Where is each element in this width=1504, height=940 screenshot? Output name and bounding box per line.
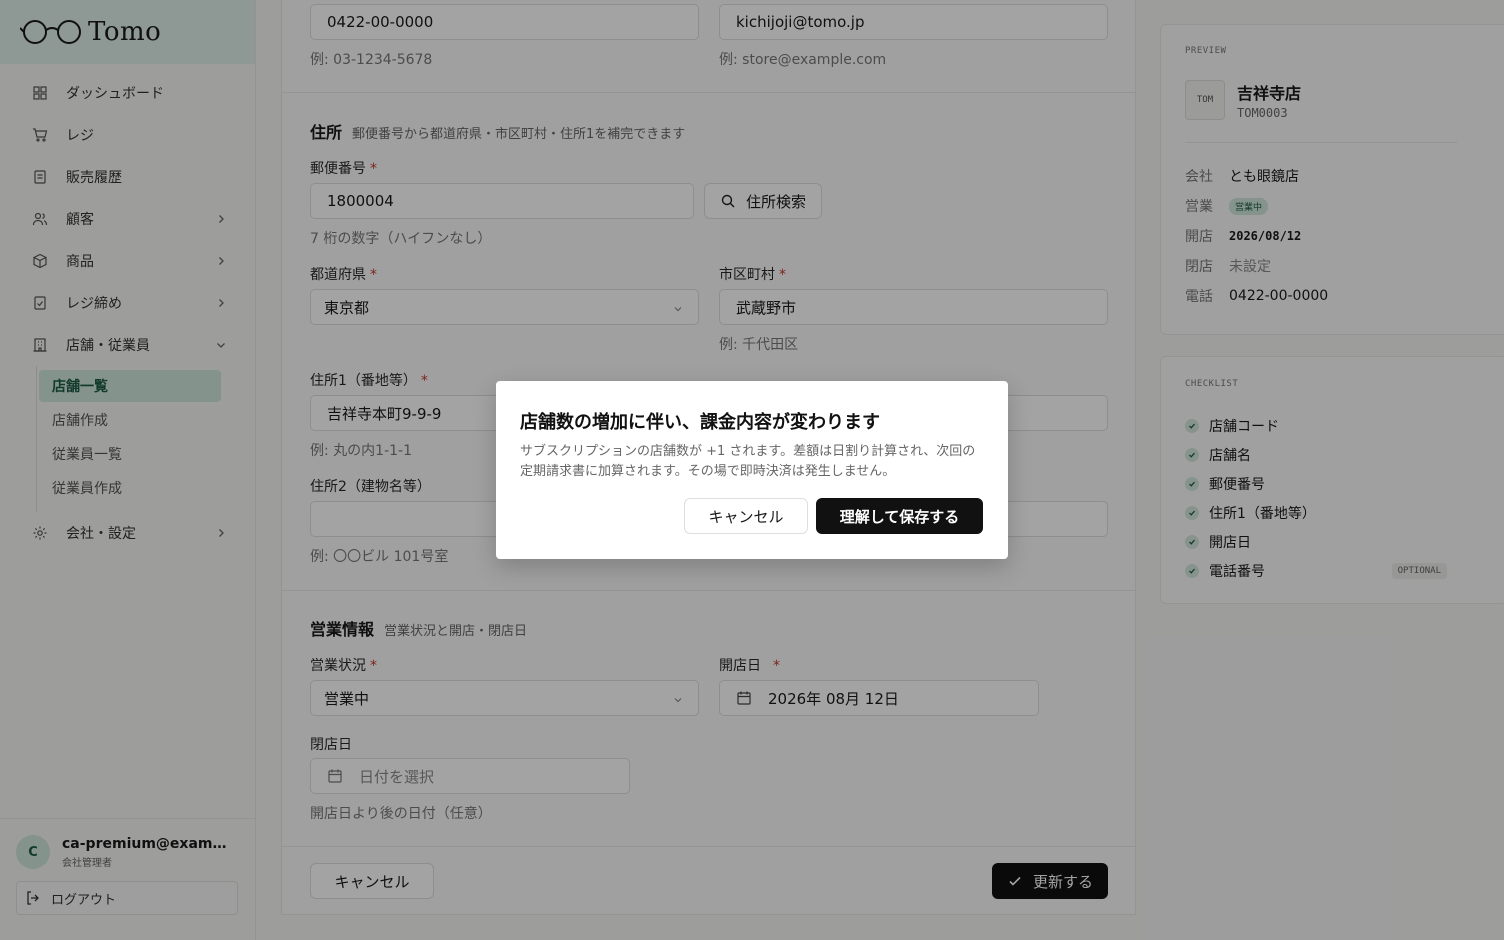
dialog-confirm-button[interactable]: 理解して保存する [816, 498, 983, 534]
dialog-description: サブスクリプションの店舗数が +1 されます。差額は日割り計算され、次回の定期請… [520, 444, 976, 479]
dialog-actions: キャンセル 理解して保存する [684, 498, 983, 534]
billing-confirm-dialog: 店舗数の増加に伴い、課金内容が変わります サブスクリプションの店舗数が +1 さ… [496, 381, 1008, 559]
dialog-cancel-button[interactable]: キャンセル [684, 498, 808, 534]
dialog-title: 店舗数の増加に伴い、課金内容が変わります [520, 412, 880, 433]
